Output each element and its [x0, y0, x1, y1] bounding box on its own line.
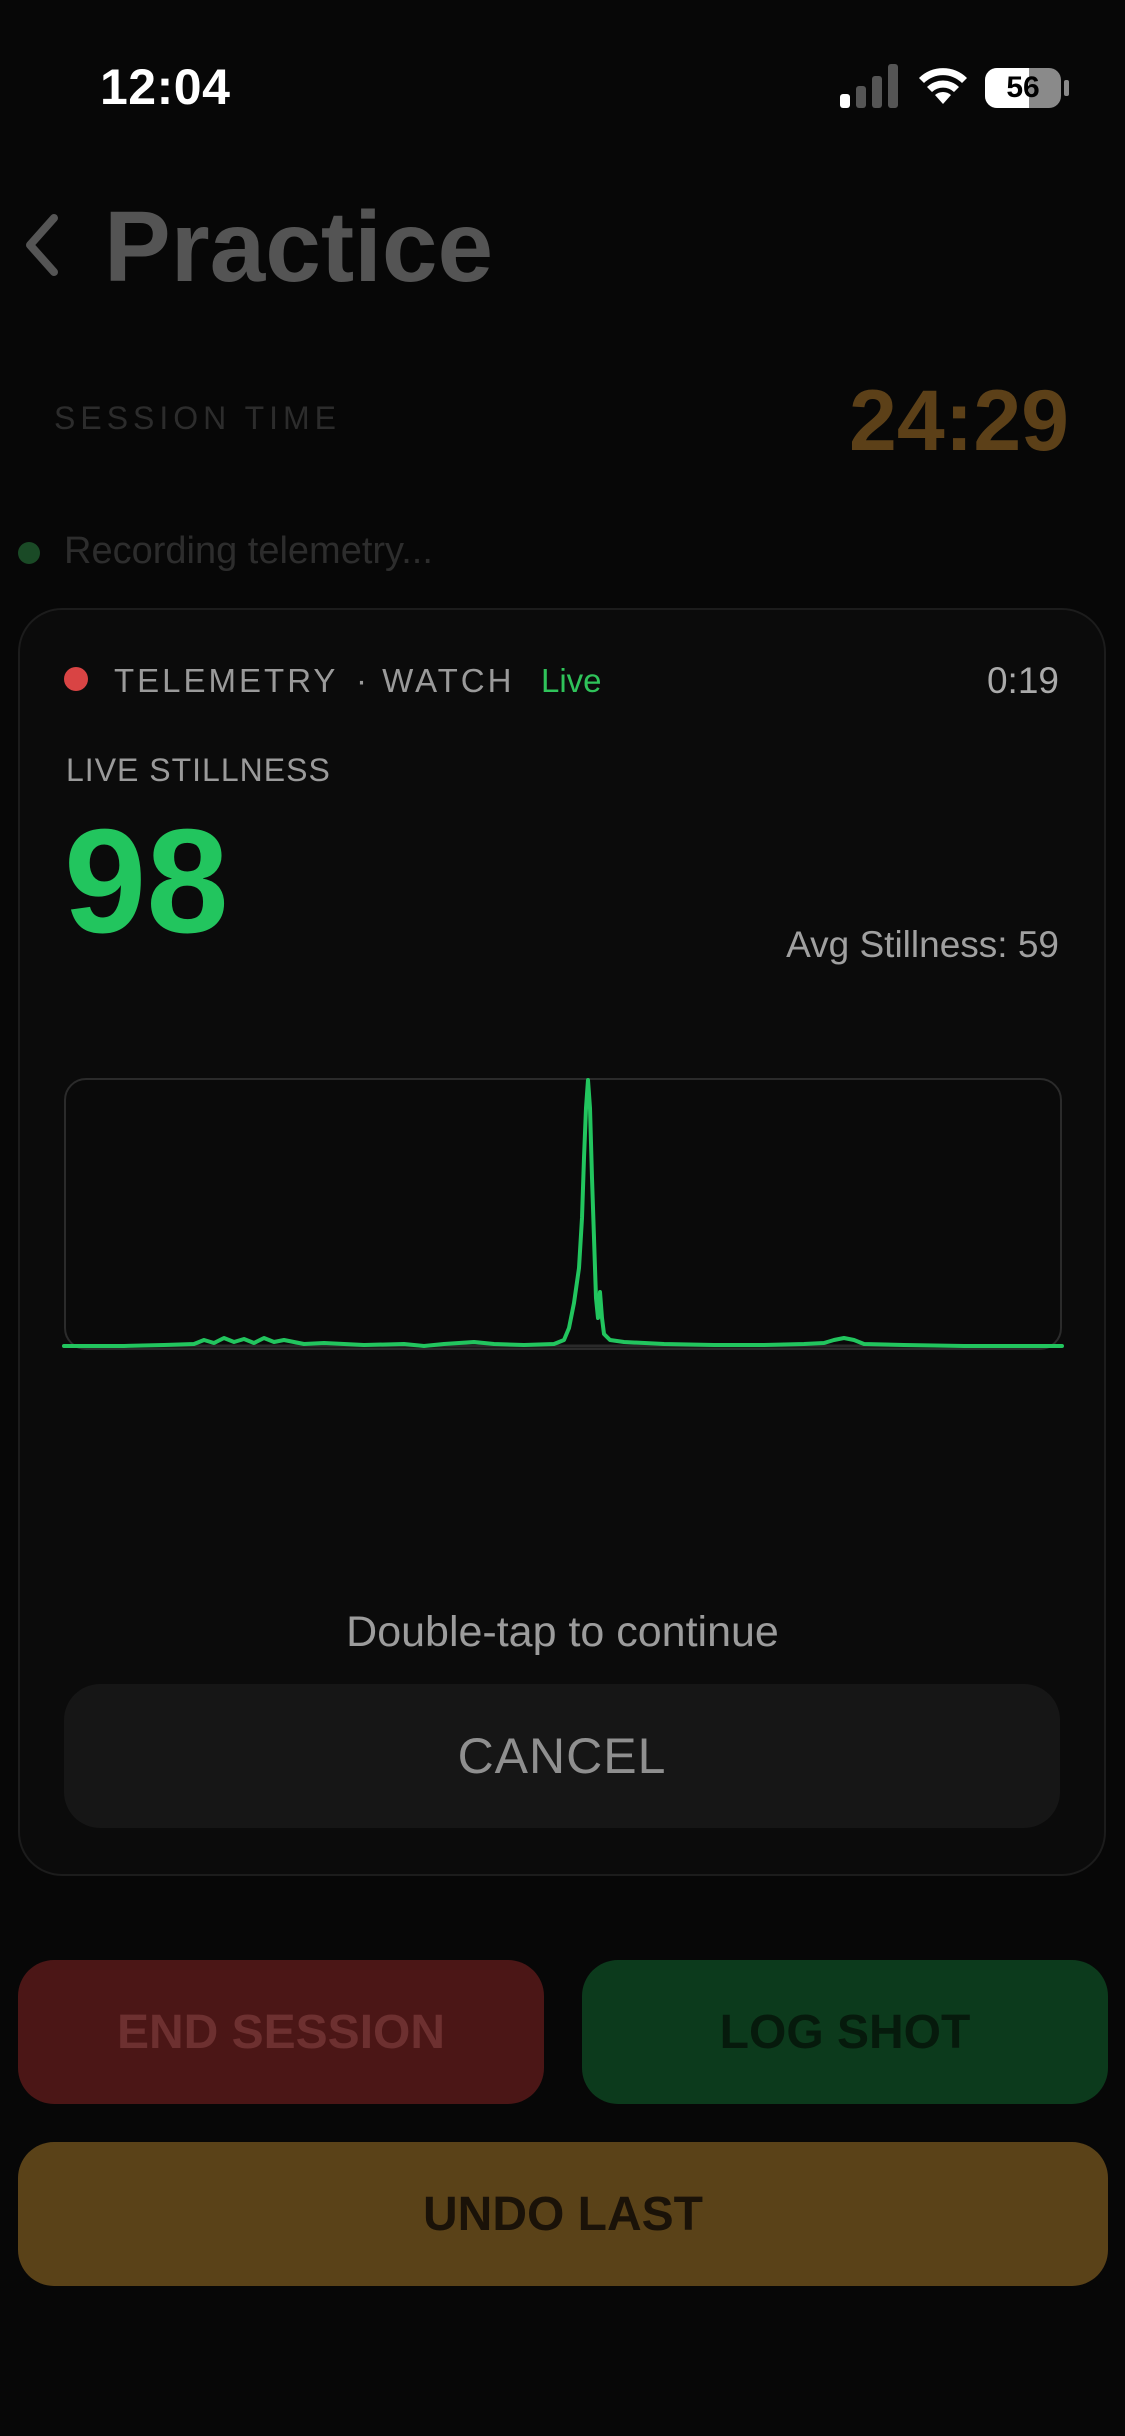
telemetry-chart: [62, 1078, 1064, 1348]
recording-status-text: Recording telemetry...: [64, 530, 433, 572]
live-stillness-value: 98: [64, 799, 229, 964]
undo-last-button[interactable]: UNDO LAST: [18, 2142, 1108, 2286]
recording-indicator-icon: [18, 542, 40, 564]
cancel-button[interactable]: CANCEL: [64, 1684, 1060, 1828]
telemetry-elapsed-time: 0:19: [986, 660, 1059, 701]
double-tap-hint: Double-tap to continue: [346, 1608, 779, 1656]
log-shot-button[interactable]: LOG SHOT: [582, 1960, 1108, 2104]
status-time: 12:04: [100, 59, 231, 115]
live-stillness-label: LIVE STILLNESS: [66, 752, 331, 788]
end-session-button[interactable]: END SESSION: [18, 1960, 544, 2104]
session-time-value: 24:29: [849, 373, 1069, 469]
live-badge: Live: [541, 662, 602, 699]
live-red-dot-icon: [64, 667, 88, 691]
battery-icon: 56: [984, 66, 1070, 110]
wifi-icon: [919, 68, 967, 104]
session-time-label: SESSION TIME: [54, 400, 342, 436]
motion-trace-line: [62, 1078, 1064, 1348]
average-stillness: Avg Stillness: 59: [786, 924, 1059, 965]
back-chevron-icon[interactable]: [20, 210, 70, 280]
battery-level: 56: [1006, 71, 1040, 104]
cellular-signal-icon: [840, 64, 898, 108]
page-title: Practice: [104, 191, 494, 303]
telemetry-title: TELEMETRY: [114, 662, 339, 699]
telemetry-source: · WATCH: [356, 662, 515, 699]
